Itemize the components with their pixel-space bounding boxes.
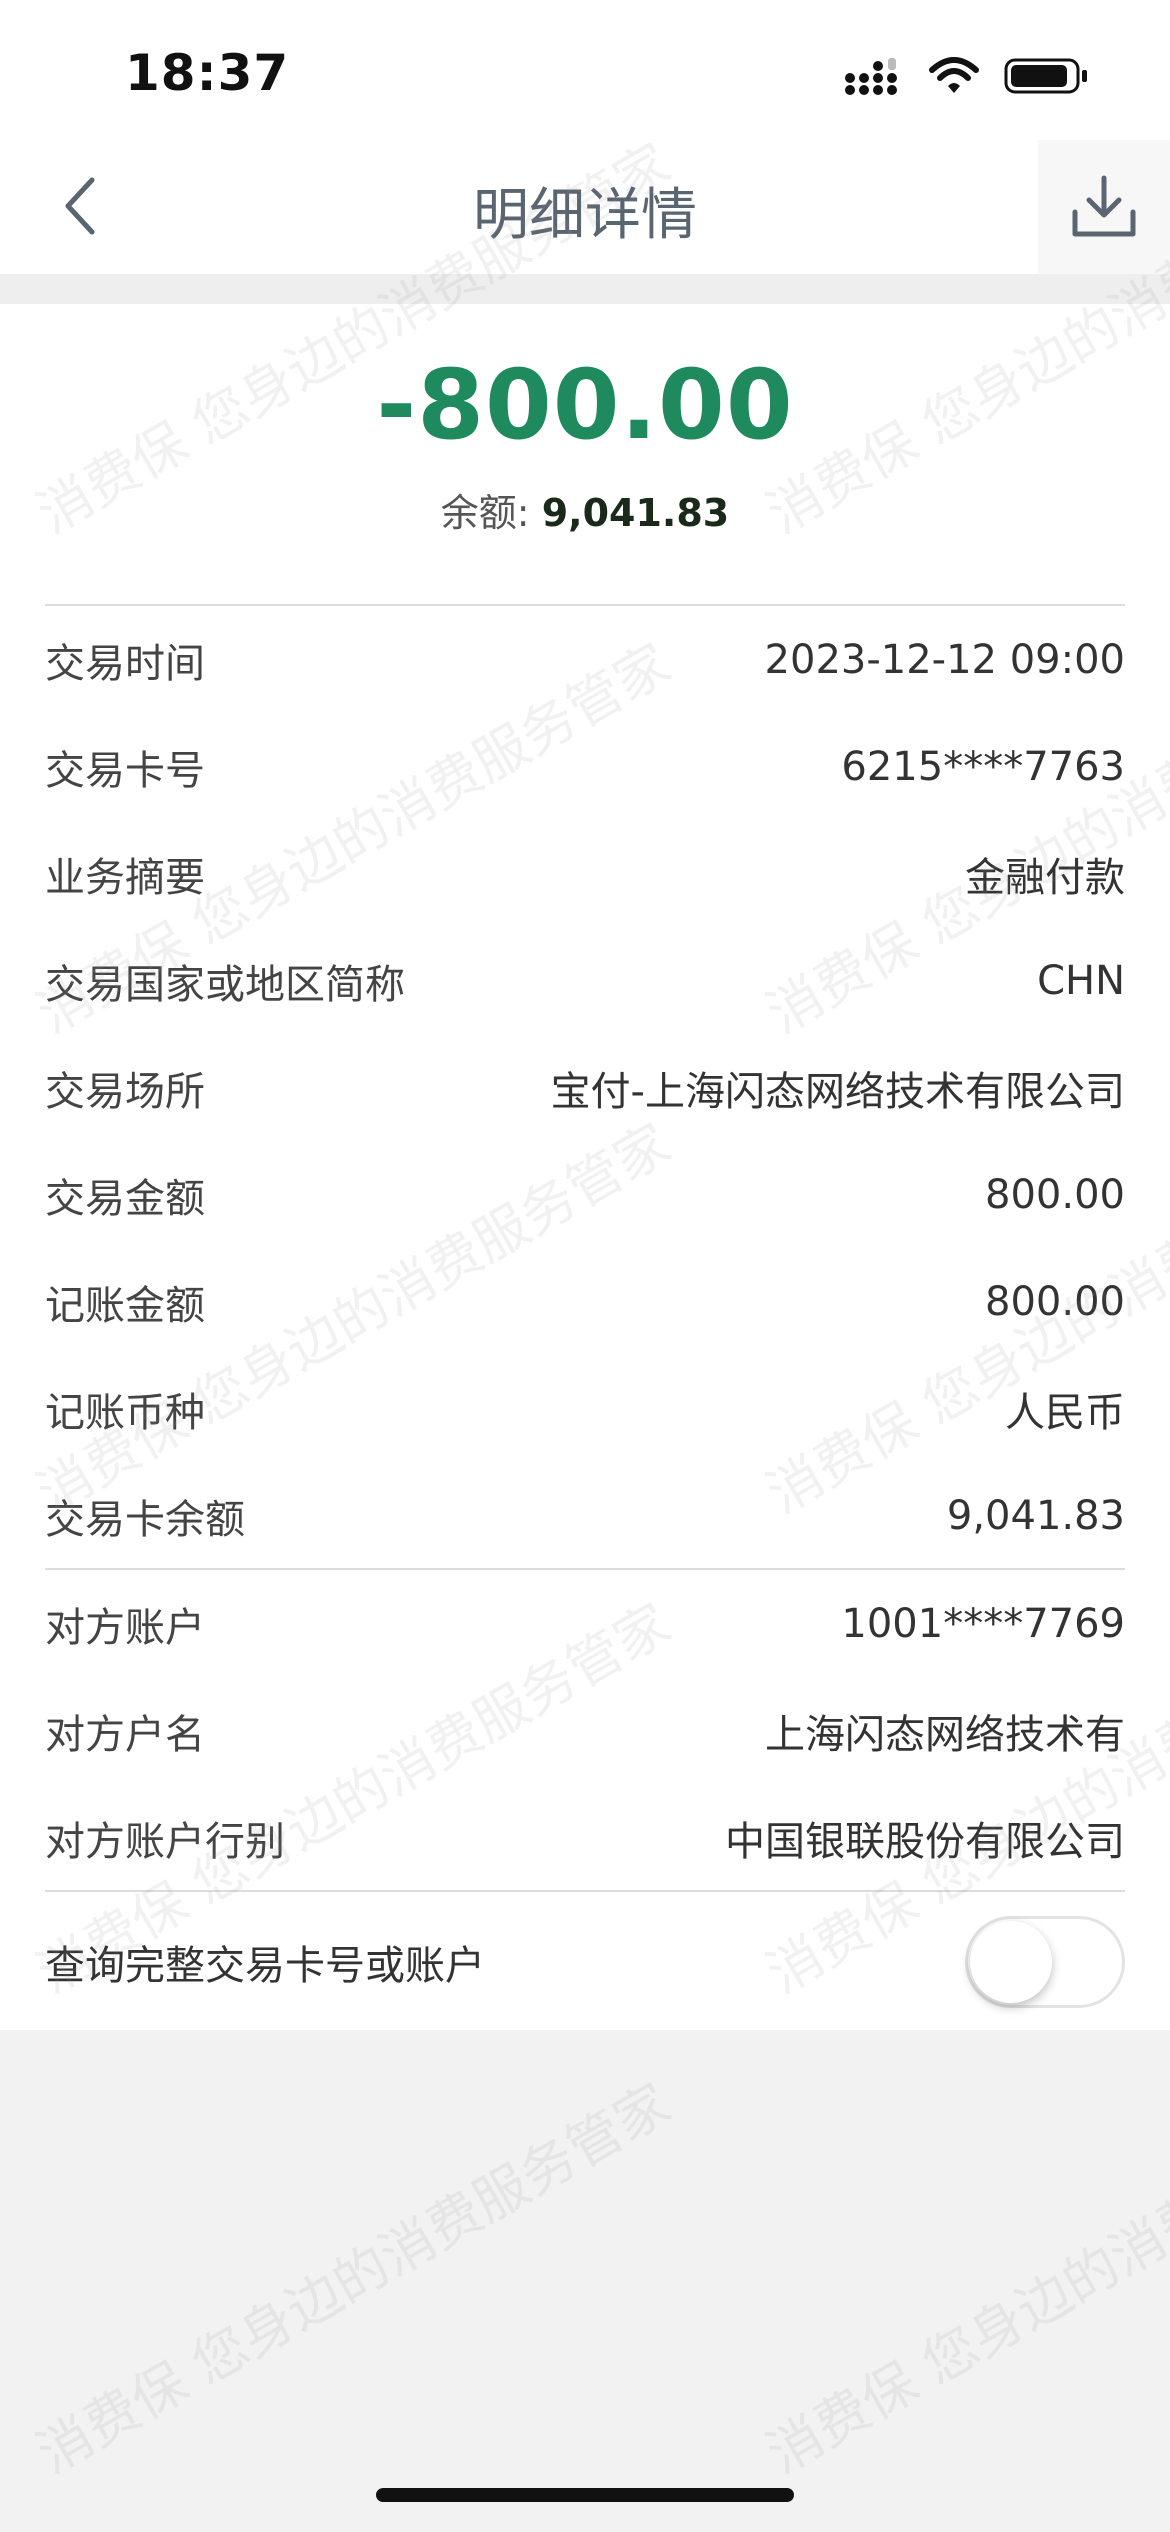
detail-value: 人民币 — [1005, 1389, 1125, 1436]
detail-row-time: 交易时间 2023-12-12 09:00 — [45, 606, 1125, 713]
signal-icon — [845, 58, 897, 95]
detail-value: 800.00 — [985, 1278, 1125, 1325]
balance-line: 余额: 9,041.83 — [0, 482, 1170, 537]
detail-label: 记账金额 — [45, 1282, 205, 1329]
download-button[interactable] — [1038, 140, 1170, 274]
detail-value: 1001****7769 — [841, 1600, 1125, 1647]
download-icon — [1072, 175, 1136, 237]
detail-row-summary: 业务摘要 金融付款 — [45, 820, 1125, 927]
toggle-knob — [970, 1921, 1052, 2003]
battery-icon — [1004, 58, 1087, 94]
page-title: 明细详情 — [473, 183, 697, 248]
home-indicator[interactable] — [376, 2488, 794, 2502]
detail-value: 2023-12-12 09:00 — [764, 636, 1125, 683]
detail-label: 交易时间 — [45, 640, 205, 687]
wifi-icon — [929, 57, 979, 93]
nav-bar: 明细详情 — [0, 140, 1170, 274]
detail-label: 交易金额 — [45, 1175, 205, 1222]
detail-value: 6215****7763 — [841, 743, 1125, 790]
detail-label: 对方账户行别 — [45, 1818, 285, 1865]
detail-row-currency: 记账币种 人民币 — [45, 1355, 1125, 1462]
watermark: 消费保 您身边的消费服务管家 — [26, 2071, 681, 2486]
full-number-toggle-row: 查询完整交易卡号或账户 — [45, 1892, 1125, 2032]
detail-row-merchant: 交易场所 宝付-上海闪态网络技术有限公司 — [45, 1034, 1125, 1141]
detail-label: 交易国家或地区简称 — [45, 961, 405, 1008]
detail-label: 记账币种 — [45, 1389, 205, 1436]
transaction-card: -800.00 余额: 9,041.83 交易时间 2023-12-12 09:… — [0, 304, 1170, 2030]
balance-label: 余额: — [440, 491, 542, 535]
status-icons — [844, 56, 1090, 96]
status-bar: 18:37 — [0, 0, 1170, 140]
status-time: 18:37 — [125, 44, 290, 102]
detail-row-counterparty-bank: 对方账户行别 中国银联股份有限公司 — [45, 1784, 1125, 1891]
detail-row-country: 交易国家或地区简称 CHN — [45, 927, 1125, 1034]
detail-row-card-number: 交易卡号 6215****7763 — [45, 713, 1125, 820]
detail-value: 金融付款 — [965, 854, 1125, 901]
detail-row-card-balance: 交易卡余额 9,041.83 — [45, 1462, 1125, 1569]
detail-row-counterparty-account: 对方账户 1001****7769 — [45, 1570, 1125, 1677]
balance-value: 9,041.83 — [541, 491, 730, 535]
detail-label: 交易卡余额 — [45, 1496, 245, 1543]
detail-row-counterparty-name: 对方户名 上海闪态网络技术有 — [45, 1677, 1125, 1784]
detail-value: 宝付-上海闪态网络技术有限公司 — [550, 1068, 1125, 1115]
detail-value: 9,041.83 — [946, 1492, 1125, 1539]
toggle-label: 查询完整交易卡号或账户 — [45, 1943, 485, 1989]
detail-row-posted-amount: 记账金额 800.00 — [45, 1248, 1125, 1355]
full-number-toggle[interactable] — [965, 1916, 1125, 2008]
nav-divider — [0, 274, 1170, 304]
detail-value: 中国银联股份有限公司 — [725, 1818, 1125, 1865]
detail-label: 交易场所 — [45, 1068, 205, 1115]
screen: 18:37 明细详情 -800.00 余额: 9,041.83 交易时间 202… — [0, 0, 1170, 2532]
detail-value: 上海闪态网络技术有 — [765, 1711, 1125, 1758]
detail-label: 业务摘要 — [45, 854, 205, 901]
detail-value: 800.00 — [985, 1171, 1125, 1218]
watermark: 消费保 您身边的消费服务管家 — [756, 2071, 1170, 2486]
detail-label: 对方账户 — [45, 1604, 205, 1651]
detail-label: 对方户名 — [45, 1711, 205, 1758]
transaction-amount: -800.00 — [376, 349, 794, 461]
detail-value: CHN — [1037, 957, 1125, 1004]
detail-label: 交易卡号 — [45, 747, 205, 794]
detail-row-transaction-amount: 交易金额 800.00 — [45, 1141, 1125, 1248]
